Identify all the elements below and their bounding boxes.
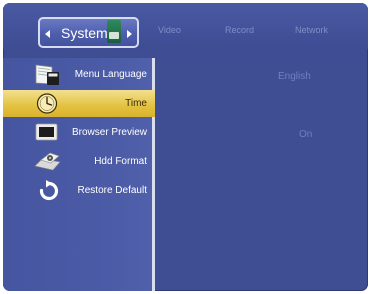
tab-video[interactable]: Video (158, 25, 181, 35)
language-book-icon (35, 64, 59, 85)
restore-icon (39, 180, 59, 201)
tab-record[interactable]: Record (225, 25, 254, 35)
system-settings-icon (107, 20, 121, 43)
menu-item-time[interactable]: Time (3, 90, 155, 117)
tab-next-arrow-icon[interactable] (127, 30, 132, 38)
menu-item-label: Menu Language (74, 69, 147, 80)
tab-system-label: System (61, 25, 108, 41)
tab-bar: System Video Record Network (3, 3, 368, 49)
menu-item-hdd-format[interactable]: Hdd Format (3, 148, 155, 175)
tab-system[interactable]: System (38, 17, 139, 48)
menu-item-label: Browser Preview (71, 127, 147, 138)
tab-network[interactable]: Network (295, 25, 328, 35)
settings-menu: Menu Language Time Browser Preview Hdd F… (3, 58, 155, 291)
tab-prev-arrow-icon[interactable] (45, 30, 50, 38)
settings-screen: System Video Record Network Menu Languag… (3, 3, 368, 291)
menu-language-value: English (278, 71, 311, 82)
clock-icon (36, 93, 58, 114)
menu-item-menu-language[interactable]: Menu Language (3, 61, 155, 88)
menu-item-restore-default[interactable]: Restore Default (3, 177, 155, 204)
menu-item-browser-preview[interactable]: Browser Preview (3, 119, 155, 146)
browser-preview-value: On (299, 129, 313, 140)
monitor-icon (35, 123, 58, 141)
menu-item-label: Restore Default (77, 185, 147, 196)
menu-item-label: Time (125, 98, 147, 109)
menu-item-label: Hdd Format (94, 156, 147, 167)
hdd-format-icon (34, 152, 61, 171)
